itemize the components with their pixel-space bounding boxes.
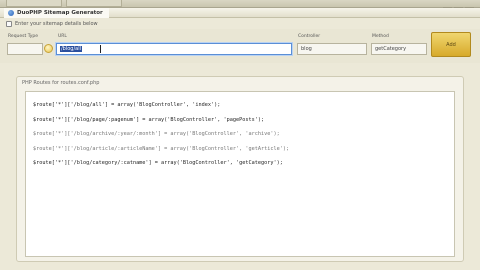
controller-input[interactable]: blog [297, 43, 367, 55]
controller-label: Controller [298, 34, 321, 39]
routes-panel: PHP Routes for routes.conf.php $route['*… [16, 76, 464, 262]
tab-strip [0, 0, 480, 8]
request-type-field[interactable] [7, 43, 43, 55]
url-selected-text: /blog/all [60, 46, 83, 52]
code-line: $route['*']['/blog/article/:articleName'… [33, 145, 290, 152]
code-line: $route['*']['/blog/all'] = array('BlogCo… [33, 102, 221, 108]
code-line: $route['*']['/blog/archive/:year/:month'… [33, 131, 280, 137]
routes-code-box[interactable]: $route['*']['/blog/all'] = array('BlogCo… [25, 91, 455, 257]
app-icon [8, 10, 14, 16]
code-line: $route['*']['/blog/category/:catname'] =… [33, 160, 283, 166]
add-button[interactable]: Add [431, 32, 471, 57]
text-cursor-icon [100, 45, 102, 53]
info-icon [6, 21, 12, 27]
hint-row: Enter your sitemap details below [6, 20, 98, 28]
window-title: DuoPHP Sitemap Generator [17, 10, 103, 16]
url-input[interactable]: /blog/all [56, 43, 292, 55]
routes-panel-title: PHP Routes for routes.conf.php [22, 80, 100, 86]
method-input[interactable]: getCategory [371, 43, 427, 55]
app-tab[interactable]: DuoPHP Sitemap Generator [4, 8, 109, 18]
method-label: Method [372, 34, 389, 39]
url-label: URL [58, 34, 67, 39]
tab[interactable] [6, 0, 62, 7]
tab[interactable] [66, 0, 122, 7]
hint-text: Enter your sitemap details below [15, 21, 98, 27]
request-type-toggle-icon[interactable] [44, 44, 53, 53]
code-line: $route['*']['/blog/page/:pagenum'] = arr… [33, 116, 265, 123]
title-bar: DuoPHP Sitemap Generator [0, 8, 480, 18]
request-type-label: Request Type [8, 34, 39, 39]
